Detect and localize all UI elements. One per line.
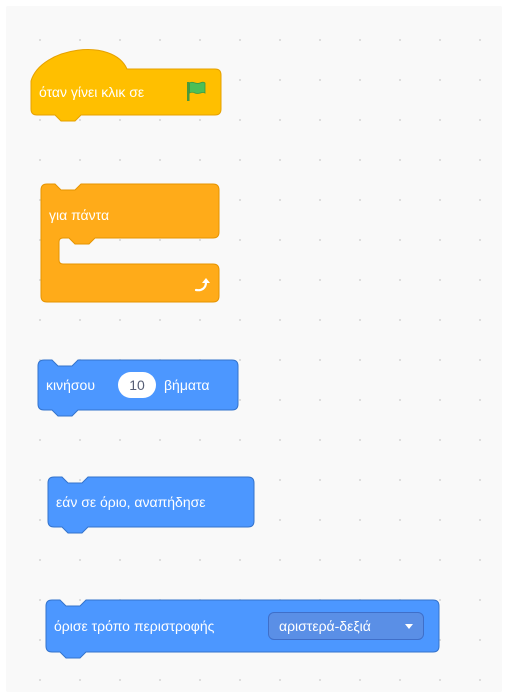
if-on-edge-bounce-block[interactable]: εάν σε όριο, αναπήδησε — [47, 476, 258, 537]
loop-arrow-icon — [193, 276, 211, 294]
block-label: κινήσου — [46, 377, 95, 393]
dropdown-selected-value: αριστερά-δεξιά — [279, 618, 371, 634]
forever-block[interactable]: για πάντα — [40, 183, 221, 306]
block-label: όταν γίνει κλικ σε — [39, 84, 145, 100]
block-label-suffix: βήματα — [164, 377, 210, 393]
rotation-style-dropdown[interactable]: αριστερά-δεξιά — [268, 612, 424, 640]
green-flag-icon — [184, 79, 208, 103]
move-steps-block[interactable]: κινήσου 10 βήματα — [37, 359, 242, 420]
steps-number-input[interactable]: 10 — [118, 372, 156, 398]
chevron-down-icon — [405, 624, 413, 629]
block-label: για πάντα — [49, 207, 110, 223]
block-label: εάν σε όριο, αναπήδησε — [56, 494, 206, 510]
set-rotation-style-block[interactable]: όρισε τρόπο περιστροφής αριστερά-δεξιά — [45, 599, 446, 662]
block-label: όρισε τρόπο περιστροφής — [54, 618, 215, 634]
code-workspace[interactable]: όταν γίνει κλικ σε για πάντα κινήσου 10 … — [6, 6, 502, 692]
when-flag-clicked-block[interactable]: όταν γίνει κλικ σε — [30, 41, 222, 123]
